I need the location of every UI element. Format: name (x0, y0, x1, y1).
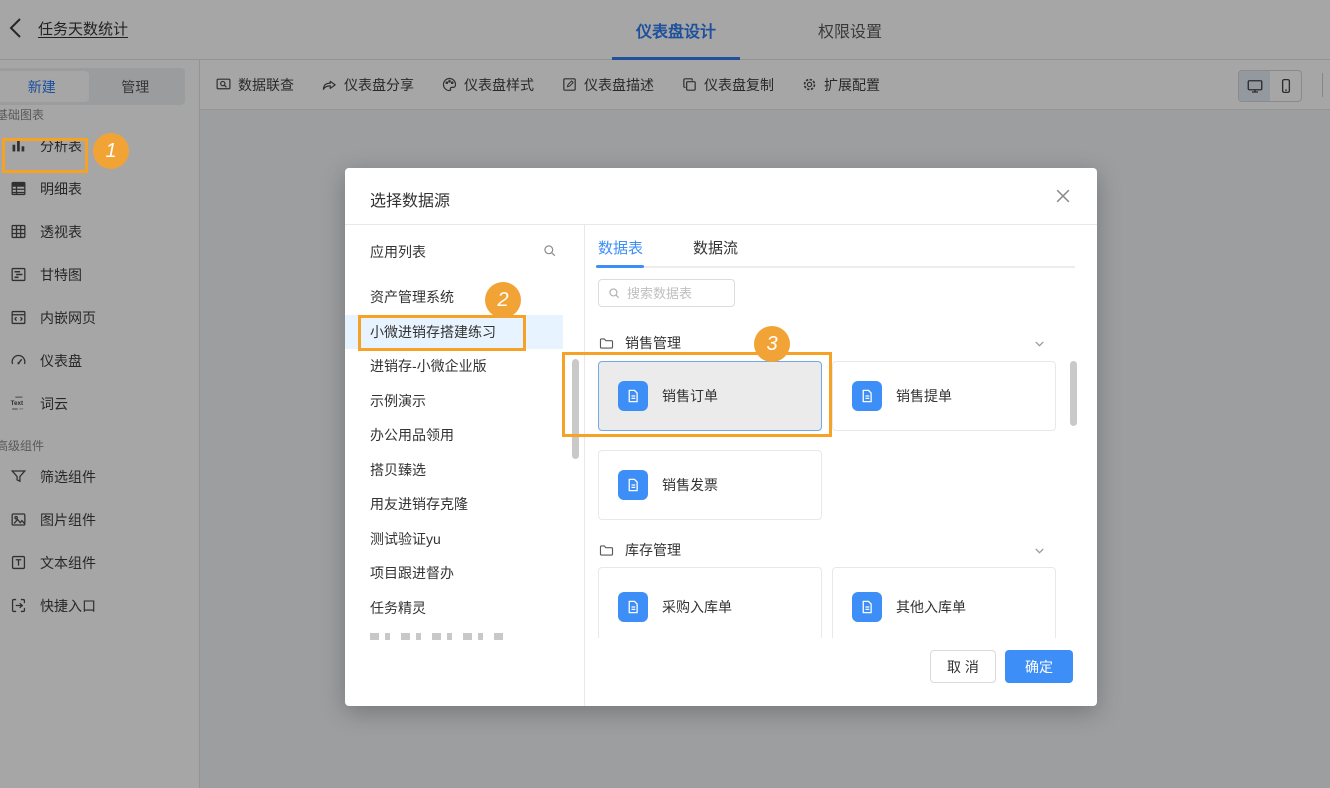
annotation-box-step3 (562, 352, 832, 437)
modal-title: 选择数据源 (370, 187, 450, 211)
list-item-app[interactable]: 进销存-小微企业版 (345, 349, 563, 384)
list-item-app[interactable]: 资产管理系统 (345, 280, 563, 315)
tab-track (598, 266, 1075, 268)
group-inventory-management[interactable]: 库存管理 (598, 540, 1075, 560)
table-search-input[interactable] (627, 286, 726, 301)
active-tab-underline (596, 265, 644, 268)
group-name: 销售管理 (625, 333, 681, 353)
app-list-pane: 应用列表 资产管理系统 小微进销存搭建练习 进销存-小微企业版 示例演示 办公用… (345, 225, 585, 706)
table-card-purchase-inbound[interactable]: 采购入库单 (598, 567, 822, 638)
list-item-app[interactable]: 测试验证yu (345, 522, 563, 557)
annotation-box-step1 (2, 138, 88, 173)
table-card-other-inbound[interactable]: 其他入库单 (832, 567, 1056, 638)
group-name: 库存管理 (625, 540, 681, 560)
modal-header: 选择数据源 (345, 168, 1097, 225)
document-icon (852, 381, 882, 411)
list-item-app[interactable]: 搭贝臻选 (345, 453, 563, 488)
document-icon (618, 470, 648, 500)
cancel-button[interactable]: 取 消 (930, 650, 996, 683)
tab-data-flow[interactable]: 数据流 (693, 237, 738, 258)
group-sales-management[interactable]: 销售管理 (598, 333, 1075, 353)
search-icon (607, 286, 621, 300)
document-icon (618, 592, 648, 622)
app-list-title: 应用列表 (370, 242, 426, 262)
chevron-down-icon[interactable] (1032, 543, 1047, 558)
close-icon[interactable] (1053, 186, 1073, 206)
card-grid-inventory: 采购入库单 其他入库单 (598, 567, 1056, 638)
chevron-down-icon[interactable] (1032, 336, 1047, 351)
table-card-label: 其他入库单 (896, 597, 966, 617)
list-item-app[interactable]: 用友进销存克隆 (345, 487, 563, 522)
list-item-app[interactable]: 示例演示 (345, 384, 563, 419)
annotation-step-1: 1 (93, 133, 129, 169)
list-item-app-clipped[interactable] (370, 633, 505, 640)
folder-icon (598, 335, 615, 352)
search-icon[interactable] (541, 242, 558, 259)
confirm-button[interactable]: 确定 (1005, 650, 1073, 683)
list-item-app[interactable]: 任务精灵 (345, 591, 563, 626)
table-card-sales-pick[interactable]: 销售提单 (832, 361, 1056, 431)
document-icon (852, 592, 882, 622)
table-card-label: 销售发票 (662, 475, 718, 495)
annotation-step-3: 3 (754, 326, 790, 362)
table-card-sales-invoice[interactable]: 销售发票 (598, 450, 822, 520)
annotation-step-2: 2 (485, 282, 521, 318)
list-item-app[interactable]: 项目跟进督办 (345, 556, 563, 591)
list-item-app[interactable]: 办公用品领用 (345, 418, 563, 453)
annotation-box-step2 (358, 315, 526, 351)
table-list-scrollbar[interactable] (1070, 361, 1077, 426)
app-list-header: 应用列表 (345, 225, 584, 275)
table-search-box (598, 279, 735, 307)
tab-data-table[interactable]: 数据表 (598, 237, 643, 258)
select-datasource-modal: 选择数据源 应用列表 资产管理系统 小微进销存搭建练习 进销存-小微企业版 示例… (345, 168, 1097, 706)
table-card-label: 采购入库单 (662, 597, 732, 617)
datasource-tabs: 数据表 数据流 (598, 237, 738, 258)
data-table-pane: 数据表 数据流 销售管理 (585, 225, 1097, 706)
table-card-label: 销售提单 (896, 386, 952, 406)
folder-icon (598, 542, 615, 559)
